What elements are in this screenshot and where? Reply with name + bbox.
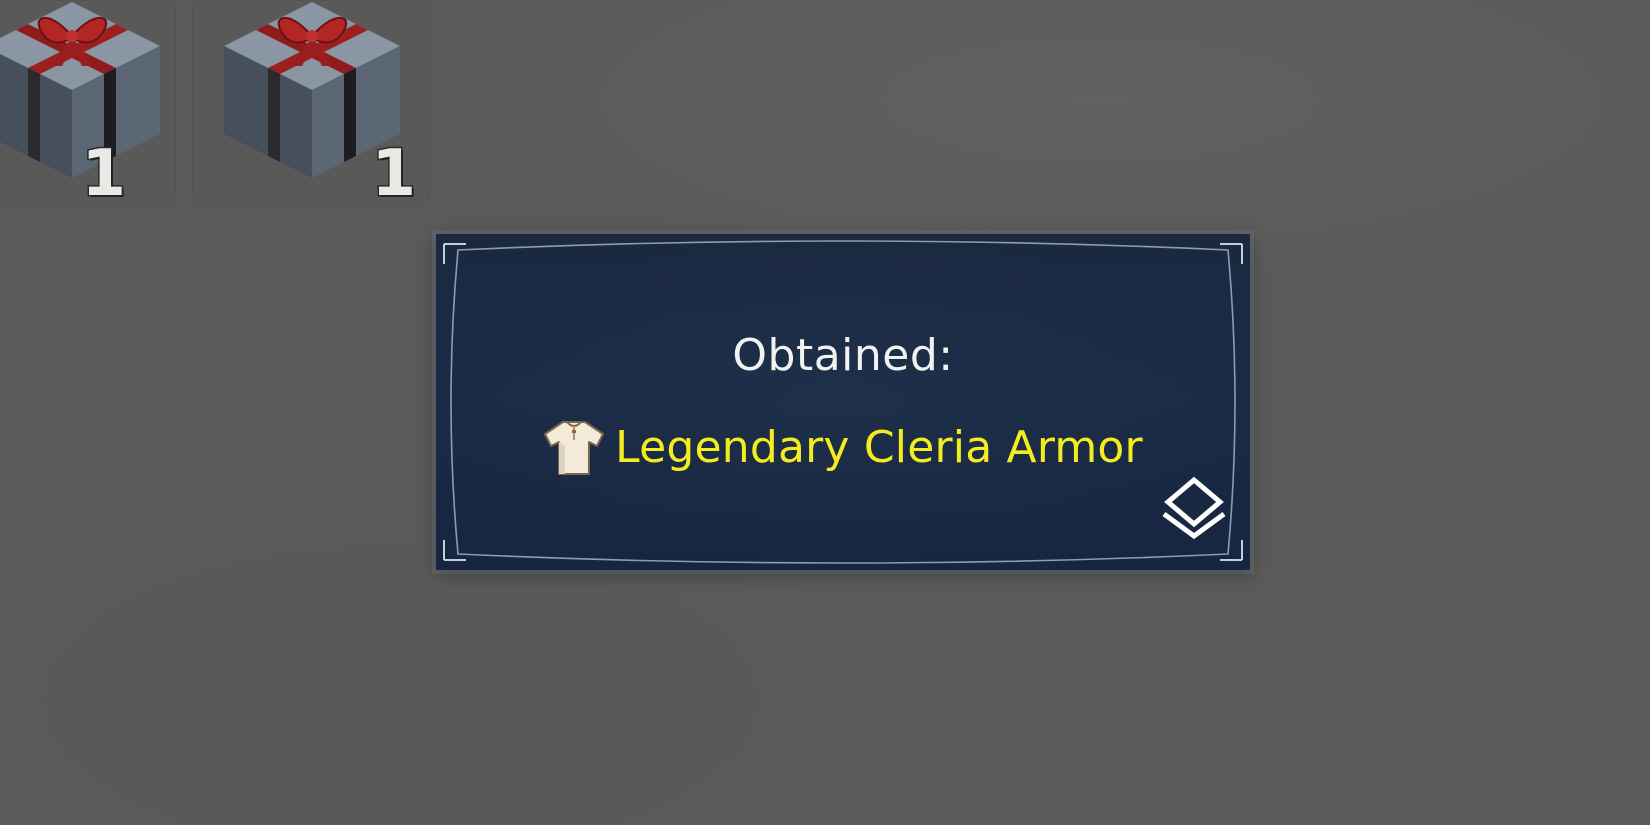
inventory-slot[interactable]: 1	[192, 0, 430, 211]
double-chevron-icon[interactable]	[1158, 474, 1230, 540]
dialog-title: Obtained:	[732, 330, 954, 381]
obtained-item: Legendary Cleria Armor	[436, 418, 1250, 476]
item-count: 1	[370, 137, 418, 211]
dialog-vignette	[436, 234, 1250, 570]
inventory-strip: 1 1	[0, 0, 440, 210]
item-count: 1	[80, 137, 128, 211]
item-name: Legendary Cleria Armor	[615, 421, 1143, 473]
inventory-slot[interactable]: 1	[0, 0, 176, 211]
reward-dialog[interactable]: Obtained: Legendary Cleria Armor	[436, 234, 1250, 570]
shirt-armor-icon	[544, 421, 605, 475]
